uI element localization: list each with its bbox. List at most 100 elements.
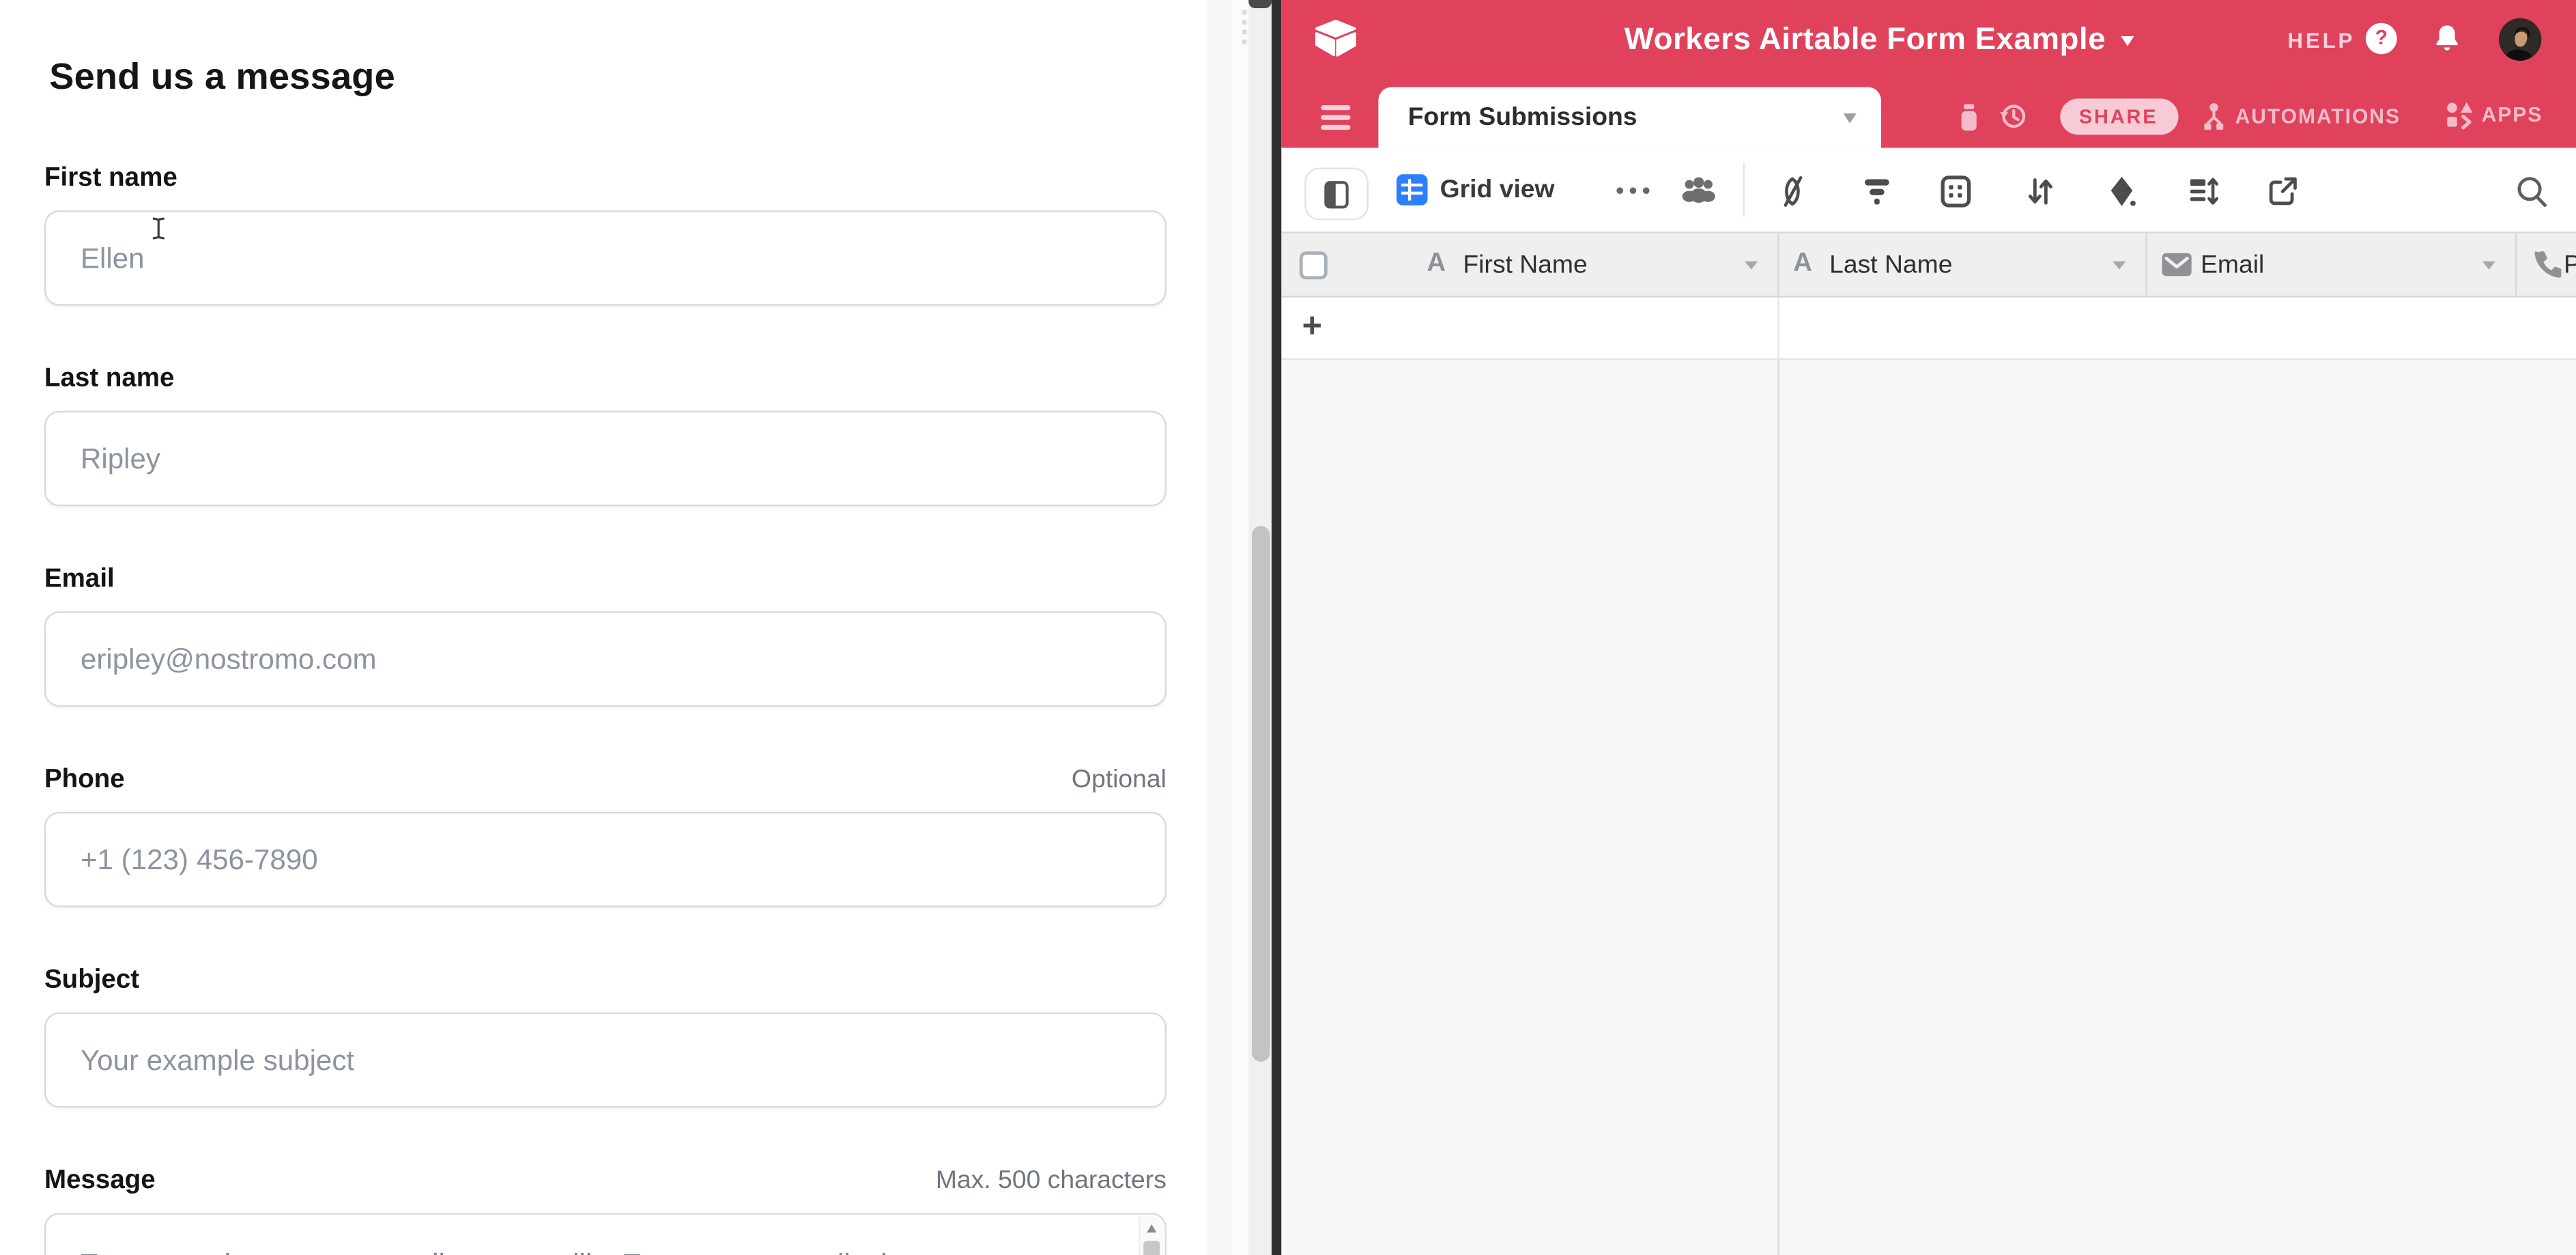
toggle-sidebar-button[interactable] [1304,168,1368,221]
filter-icon[interactable] [1861,174,1892,207]
apps-label: APPS [2482,104,2543,127]
column-caret-icon[interactable] [2112,262,2125,270]
contact-form-pane: Send us a message First name Last name E… [0,0,1229,1255]
field-group-first-name: First name [44,165,1167,306]
trash-icon[interactable] [1954,102,1982,133]
color-icon[interactable] [2105,174,2136,209]
table-tab-label: Form Submissions [1408,104,1637,133]
table-tab-form-submissions[interactable]: Form Submissions [1378,87,1881,148]
row-height-icon[interactable] [2186,174,2218,209]
subject-input[interactable] [44,1013,1167,1108]
page-gutter [1207,0,1232,1255]
left-pane-scrollbar[interactable] [1248,0,1272,1255]
page-gutter-inner [1232,0,1248,1255]
form-heading: Send us a message [49,56,395,99]
message-textarea[interactable]: Tenetur optio quaerat expedita vero et i… [44,1213,1167,1255]
column-caret-icon[interactable] [1744,262,1757,270]
frozen-column-divider [1777,298,1779,358]
message-max-hint: Max. 500 characters [936,1167,1167,1196]
text-field-type-icon: A [1793,250,1812,279]
message-text: Tenetur optio quaerat expedita vero et i… [81,1244,1129,1255]
ibeam-cursor-icon [149,217,167,240]
table-tab-caret-icon [1844,113,1857,123]
add-row[interactable]: + [1280,298,2576,360]
add-row-plus-icon[interactable]: + [1302,307,1322,347]
text-field-type-icon: A [1427,250,1446,279]
hide-fields-icon[interactable] [1775,174,1808,209]
toolbar-divider [1743,163,1744,216]
grid-view-icon [1396,174,1427,206]
message-scrollbar[interactable] [1139,1216,1163,1255]
first-name-label: First name [44,165,177,194]
column-label: First Name [1463,251,1587,281]
column-header-last-name[interactable]: A Last Name [1778,234,2146,296]
airtable-title-row: Workers Airtable Form Example HELP ? [1280,0,2576,82]
share-label: SHARE [2079,104,2158,128]
base-title: Workers Airtable Form Example [1625,23,2106,59]
airtable-pane: Workers Airtable Form Example HELP ? [1280,0,2576,1255]
email-field-type-icon [2161,253,2190,277]
history-icon[interactable] [1997,100,2029,132]
group-icon[interactable] [1939,174,1971,209]
frozen-column-divider [1777,360,1779,1255]
sidebar-panel-icon [1323,180,1348,208]
field-group-email: Email [44,565,1167,707]
email-label: Email [44,565,115,595]
base-title-caret-icon [2121,36,2134,46]
field-group-last-name: Last name [44,365,1167,506]
airtable-topbar: Workers Airtable Form Example HELP ? [1280,0,2576,148]
airtable-logo-icon[interactable] [1312,18,1358,59]
view-toolbar: Grid view [1280,148,2576,232]
grid-view-button[interactable]: Grid view [1396,174,1555,206]
scrollbar-cap [1248,0,1272,8]
sort-icon[interactable] [2024,174,2054,209]
message-label: Message [44,1167,156,1196]
view-name-label: Grid view [1440,175,1555,204]
grid-body [1280,360,2576,1255]
divider-grip-dot [1242,10,1247,14]
email-input[interactable] [44,611,1167,707]
subject-label: Subject [44,966,139,996]
select-all-checkbox[interactable] [1299,251,1327,279]
view-more-icon[interactable] [1616,187,1648,194]
notifications-bell-icon[interactable] [2433,23,2461,55]
user-avatar[interactable] [2498,18,2541,61]
field-group-message: Message Max. 500 characters Tenetur opti… [44,1167,1167,1255]
apps-icon [2444,100,2473,130]
column-header-email[interactable]: Email [2147,234,2517,296]
last-name-input[interactable] [44,411,1167,507]
phone-field-type-icon [2531,250,2560,279]
share-view-icon[interactable] [2266,174,2298,209]
grid-header-row: A First Name A Last Name Email [1280,231,2576,297]
left-pane-scroll-thumb[interactable] [1251,526,1269,1062]
divider-grip-dot [1242,29,1247,34]
help-button[interactable]: HELP [2287,28,2355,53]
first-name-input[interactable] [44,210,1167,306]
share-button[interactable]: SHARE [2059,98,2177,134]
field-group-subject: Subject [44,966,1167,1108]
automations-icon [2199,100,2227,132]
column-caret-icon[interactable] [2482,262,2495,270]
column-label: Email [2201,251,2264,281]
split-pane-divider[interactable] [1272,0,1280,1255]
column-header-first-name[interactable]: A First Name [1280,234,1778,296]
phone-input[interactable] [44,812,1167,907]
collaborators-icon[interactable] [1680,176,1716,204]
automations-button[interactable]: AUTOMATIONS [2199,100,2401,132]
divider-grip-dot [1242,40,1247,44]
apps-button[interactable]: APPS [2444,100,2543,130]
message-scroll-thumb[interactable] [1143,1241,1160,1255]
column-header-phone[interactable]: Phone [2516,234,2576,296]
divider-grip-dot [1242,20,1247,25]
phone-label: Phone [44,766,125,795]
search-icon[interactable] [2515,174,2547,209]
scroll-up-arrow-icon[interactable] [1146,1224,1156,1232]
column-label: Phone [2564,251,2576,281]
automations-label: AUTOMATIONS [2235,104,2401,128]
base-title-button[interactable]: Workers Airtable Form Example [1478,0,2280,82]
phone-optional-hint: Optional [1072,766,1167,795]
help-question-icon[interactable]: ? [2366,22,2397,53]
last-name-label: Last name [44,365,174,394]
hamburger-menu-icon[interactable] [1320,105,1349,136]
field-group-phone: Phone Optional [44,766,1167,907]
